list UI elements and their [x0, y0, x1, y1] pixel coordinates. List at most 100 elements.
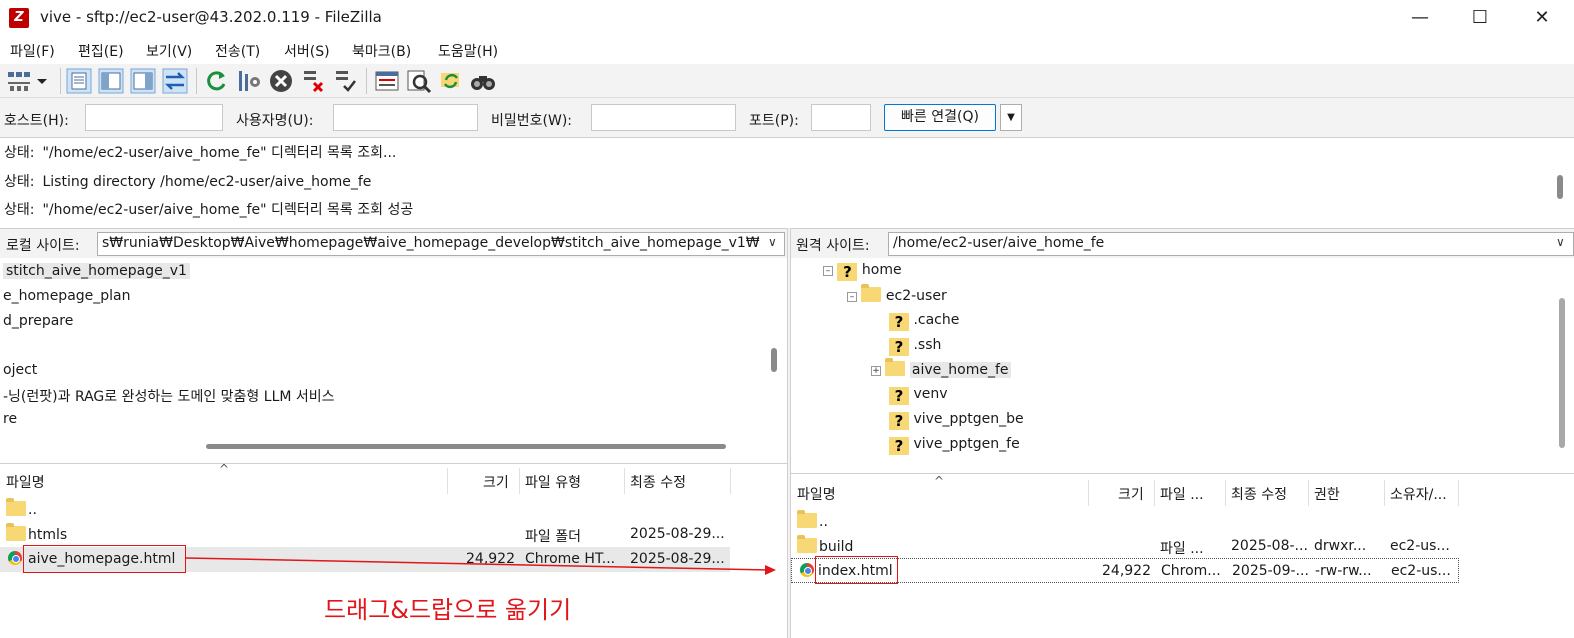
remote-path-dropdown-icon[interactable]: ∨: [1556, 235, 1565, 249]
compare-directories-icon[interactable]: [406, 68, 432, 94]
quickconnect-bar: 호스트(H): 사용자명(U): 비밀번호(W): 포트(P): 빠른 연결(Q…: [0, 98, 1574, 138]
remote-path-input[interactable]: /home/ec2-user/aive_home_fe: [888, 232, 1574, 256]
column-filename[interactable]: 파일명: [797, 484, 836, 504]
menu-bar: 파일(F) 편집(E) 보기(V) 전송(T) 서버(S) 북마크(B) 도움말…: [0, 36, 1574, 64]
toggle-log-icon[interactable]: [66, 68, 92, 94]
local-tree-scrollbar[interactable]: [771, 348, 777, 372]
search-remote-files-icon[interactable]: [470, 68, 496, 94]
minimize-icon[interactable]: —: [1390, 0, 1450, 36]
username-input[interactable]: [333, 104, 478, 131]
column-divider[interactable]: [1308, 480, 1309, 506]
filezilla-app-icon: Z: [9, 8, 29, 28]
close-icon[interactable]: ✕: [1512, 0, 1572, 36]
column-divider[interactable]: [1225, 480, 1226, 506]
menu-help[interactable]: 도움말(H): [438, 41, 498, 61]
folder-icon: [885, 358, 906, 376]
synchronized-browsing-icon[interactable]: [438, 68, 464, 94]
remote-site-label: 원격 사이트:: [796, 238, 870, 254]
remote-directory-tree: – ? home – ec2-user ? .cache ? .ssh + ai…: [791, 258, 1574, 473]
cancel-operation-icon[interactable]: [268, 68, 294, 94]
chrome-html-file-icon: [8, 551, 22, 565]
username-label: 사용자명(U):: [236, 113, 314, 129]
column-divider[interactable]: [624, 468, 625, 494]
menu-view[interactable]: 보기(V): [146, 41, 192, 61]
tree-item[interactable]: -닝(런팟)과 RAG로 완성하는 도메인 맞춤형 LLM 서비스: [3, 386, 335, 406]
column-divider[interactable]: [1458, 480, 1459, 506]
host-label: 호스트(H):: [4, 113, 69, 129]
refresh-icon[interactable]: [203, 68, 229, 94]
menu-edit[interactable]: 편집(E): [78, 41, 124, 61]
tree-item-home[interactable]: – ? home: [823, 262, 902, 281]
sort-ascending-icon: ^: [934, 474, 945, 488]
column-owner[interactable]: 소유자/...: [1390, 484, 1447, 504]
local-site-label: 로컬 사이트:: [6, 238, 80, 254]
column-divider[interactable]: [730, 468, 731, 494]
toggle-local-tree-icon[interactable]: [98, 68, 124, 94]
folder-icon: [797, 510, 817, 528]
column-divider[interactable]: [1384, 480, 1385, 506]
tree-item[interactable]: ? venv: [889, 386, 948, 405]
quickconnect-button[interactable]: 빠른 연결(Q): [884, 104, 996, 131]
annotation-text: 드래그&드랍으로 옮기기: [324, 596, 572, 624]
folder-icon: [861, 284, 882, 302]
site-manager-icon[interactable]: [6, 68, 32, 94]
directory-listing-filters-icon[interactable]: [374, 68, 400, 94]
toolbar: [0, 64, 1574, 98]
tree-item[interactable]: ? vive_pptgen_be: [889, 411, 1024, 430]
log-line: 상태: Listing directory /home/ec2-user/aive…: [4, 174, 372, 190]
toggle-remote-tree-icon[interactable]: [130, 68, 156, 94]
column-modified[interactable]: 최종 수정: [1231, 484, 1287, 504]
column-size[interactable]: 크기: [483, 472, 509, 492]
port-input[interactable]: [811, 104, 871, 131]
site-manager-dropdown-icon[interactable]: [34, 68, 50, 94]
collapse-icon[interactable]: –: [847, 292, 857, 302]
tree-item[interactable]: d_prepare: [3, 313, 73, 329]
tree-item[interactable]: oject: [3, 362, 37, 378]
collapse-icon[interactable]: –: [823, 266, 833, 276]
column-permissions[interactable]: 권한: [1314, 484, 1340, 504]
tree-item[interactable]: e_homepage_plan: [3, 288, 131, 304]
menu-bookmarks[interactable]: 북마크(B): [352, 41, 411, 61]
column-type[interactable]: 파일 ...: [1160, 484, 1204, 504]
tree-item[interactable]: stitch_aive_homepage_v1: [3, 263, 190, 279]
list-item[interactable]: ..: [0, 497, 730, 522]
column-divider[interactable]: [1088, 480, 1089, 506]
menu-transfer[interactable]: 전송(T): [215, 41, 260, 61]
log-line: 상태: "/home/ec2-user/aive_home_fe" 디렉터리 목록…: [4, 202, 414, 218]
column-divider[interactable]: [1154, 480, 1155, 506]
tree-item[interactable]: ? .cache: [889, 312, 959, 331]
local-tree-hscrollbar[interactable]: [206, 444, 726, 449]
tree-item[interactable]: re: [3, 411, 17, 427]
host-input[interactable]: [85, 104, 223, 131]
menu-server[interactable]: 서버(S): [284, 41, 330, 61]
unknown-folder-icon: ?: [889, 313, 909, 331]
remote-tree-scrollbar[interactable]: [1559, 298, 1565, 448]
menu-file[interactable]: 파일(F): [10, 41, 55, 61]
column-modified[interactable]: 최종 수정: [630, 472, 686, 492]
reconnect-icon[interactable]: [332, 68, 358, 94]
expand-icon[interactable]: +: [871, 366, 881, 376]
tree-item-aive-home-fe[interactable]: + aive_home_fe: [871, 358, 1011, 378]
process-queue-icon[interactable]: [236, 68, 262, 94]
tree-item[interactable]: ? .ssh: [889, 337, 941, 356]
disconnect-icon[interactable]: [300, 68, 326, 94]
list-item[interactable]: ..: [791, 509, 1459, 534]
unknown-folder-icon: ?: [889, 437, 909, 455]
local-path-input[interactable]: s₩runia₩Desktop₩Aive₩homepage₩aive_homep…: [97, 232, 785, 256]
column-type[interactable]: 파일 유형: [525, 472, 581, 492]
quickconnect-history-dropdown[interactable]: ▼: [1000, 104, 1022, 131]
password-input[interactable]: [591, 104, 736, 131]
column-size[interactable]: 크기: [1118, 484, 1144, 504]
tree-item[interactable]: ? vive_pptgen_fe: [889, 436, 1020, 455]
log-scrollbar[interactable]: [1557, 175, 1563, 199]
column-filename[interactable]: 파일명: [6, 472, 45, 492]
maximize-icon[interactable]: ☐: [1450, 0, 1510, 36]
local-path-dropdown-icon[interactable]: ∨: [768, 235, 777, 249]
toggle-transfer-queue-icon[interactable]: [162, 68, 188, 94]
unknown-folder-icon: ?: [889, 387, 909, 405]
column-divider[interactable]: [519, 468, 520, 494]
window-title: vive - sftp://ec2-user@43.202.0.119 - Fi…: [40, 8, 382, 26]
tree-item-ec2-user[interactable]: – ec2-user: [847, 284, 947, 304]
column-divider[interactable]: [447, 468, 448, 494]
list-item[interactable]: htmls 파일 폴더 2025-08-29...: [0, 522, 730, 547]
